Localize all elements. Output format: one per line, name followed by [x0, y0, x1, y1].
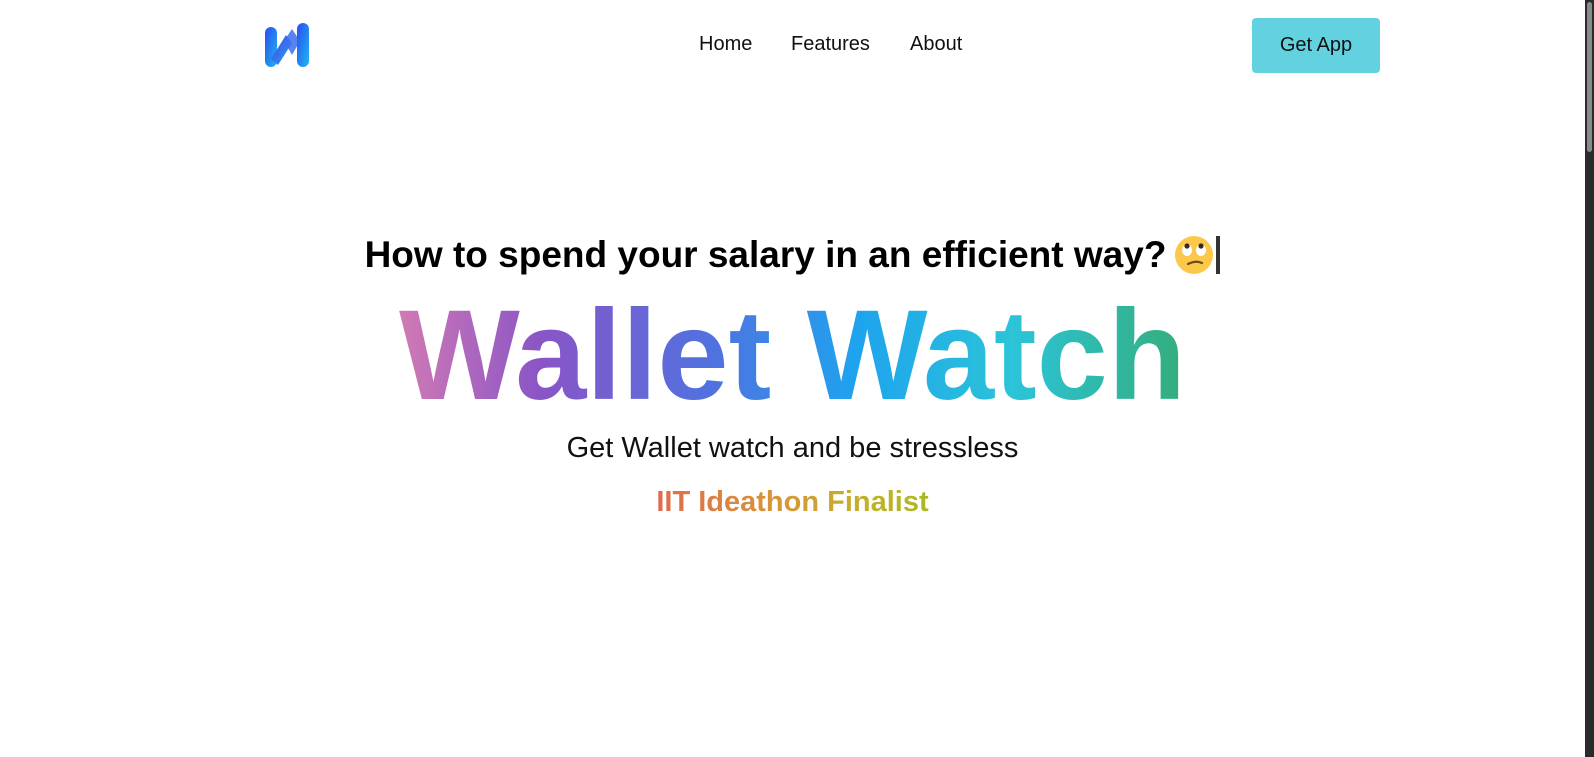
hero-question-text: How to spend your salary in an efficient… [364, 234, 1167, 275]
brand-title: Wallet Watch [0, 284, 1585, 427]
award-badge: IIT Ideathon Finalist [0, 486, 1585, 519]
hero-tagline: Get Wallet watch and be stressless [566, 432, 1019, 464]
brand-title-text: Wallet Watch [399, 284, 1186, 427]
rolling-eyes-emoji-icon [1175, 236, 1214, 274]
hero-section: How to spend your salary in an efficient… [0, 0, 1585, 757]
hero-question: How to spend your salary in an efficient… [0, 234, 1585, 276]
scrollbar-thumb[interactable] [1587, 2, 1592, 152]
typing-caret [1216, 236, 1221, 274]
award-text: IIT Ideathon Finalist [656, 486, 929, 518]
page-scrollbar[interactable] [1585, 0, 1594, 757]
landing-page: Home Features About Get App How to spend… [0, 0, 1594, 757]
